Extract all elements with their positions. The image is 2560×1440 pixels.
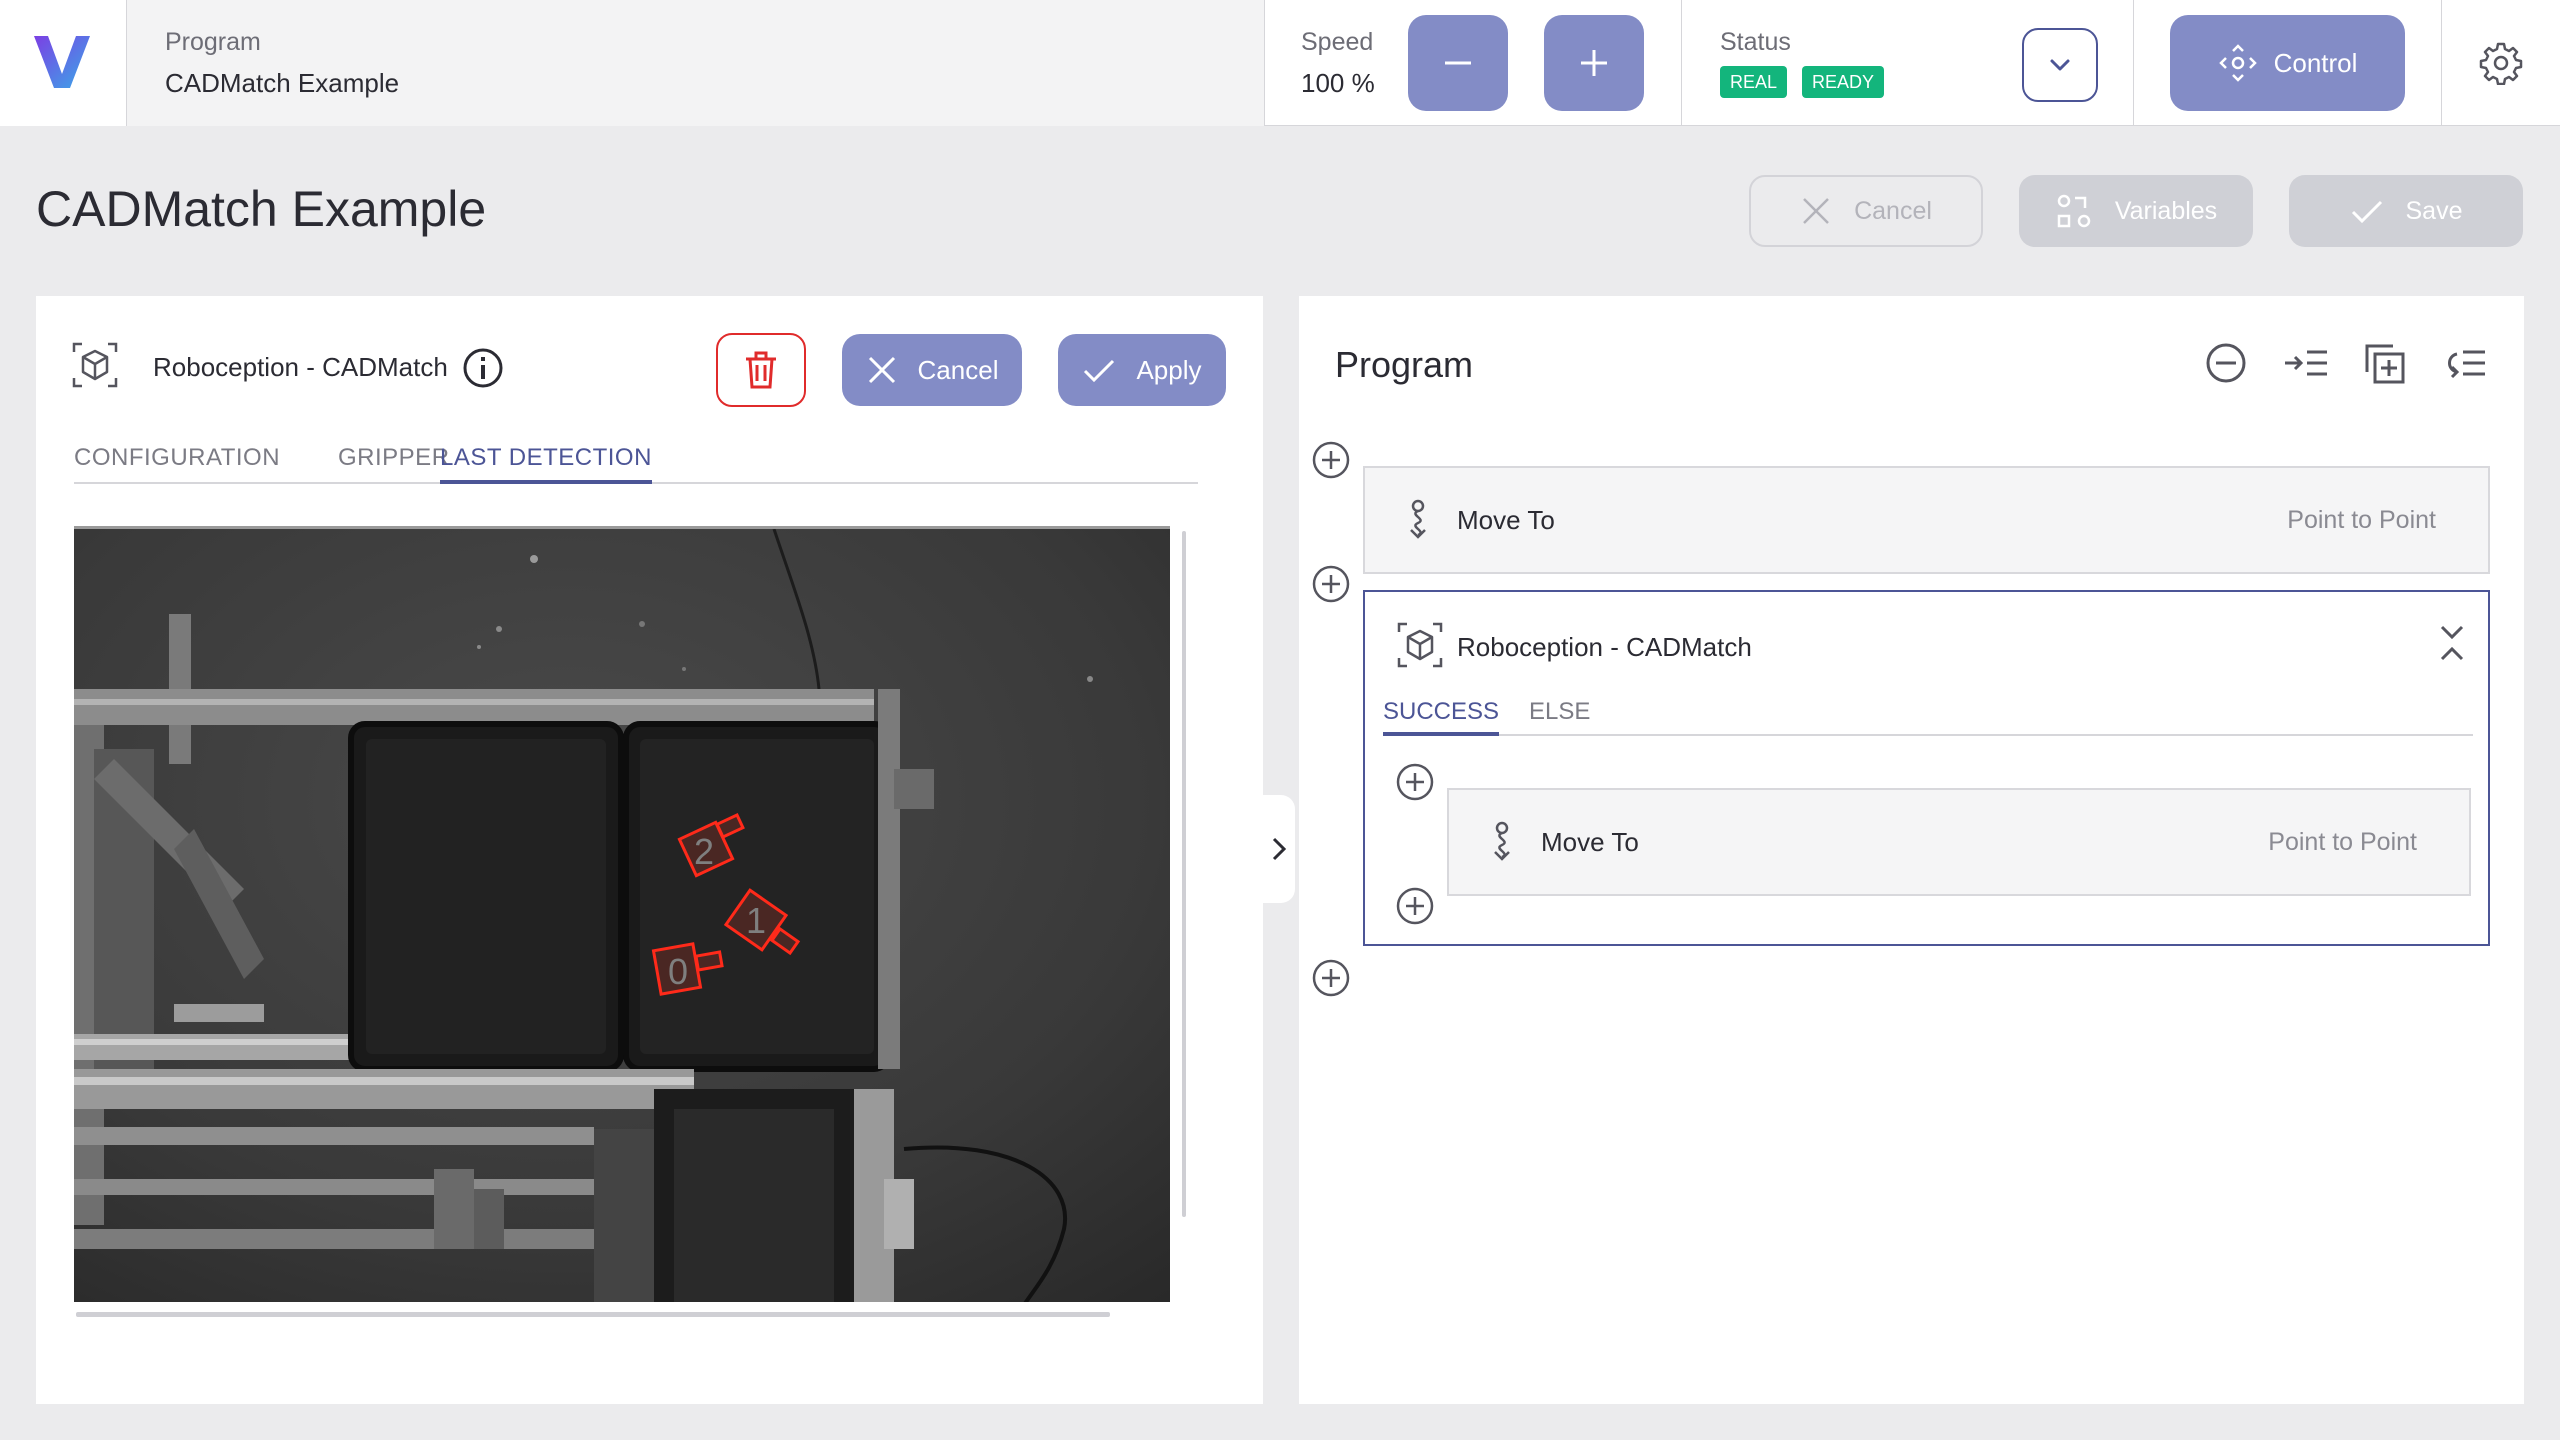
skill-cancel-label: Cancel — [917, 354, 999, 385]
tab-configuration[interactable]: CONFIGURATION — [74, 444, 280, 484]
add-step-icon[interactable] — [1395, 886, 1435, 926]
variables-button[interactable]: Variables — [2019, 175, 2253, 247]
collapse-icon[interactable] — [2435, 622, 2469, 664]
program-label: Program — [165, 28, 261, 56]
move-to-icon — [1494, 821, 1510, 861]
tab-success[interactable]: SUCCESS — [1383, 698, 1500, 736]
speed-label: Speed — [1301, 28, 1374, 56]
variables-label: Variables — [2114, 196, 2218, 225]
tab-else[interactable]: ELSE — [1529, 698, 1590, 736]
plus-icon — [1581, 50, 1607, 76]
page-cancel-button[interactable]: Cancel — [1749, 175, 1983, 247]
speed-value: 100 % — [1301, 68, 1375, 98]
step-type: Point to Point — [2268, 827, 2417, 856]
add-step-icon[interactable] — [1311, 564, 1351, 604]
control-area: Control — [2134, 0, 2442, 126]
close-icon — [1803, 198, 1829, 224]
settings-button[interactable] — [2442, 0, 2560, 126]
collapse-all-icon[interactable] — [2205, 342, 2247, 384]
detection-label: 0 — [668, 951, 688, 992]
indent-icon[interactable] — [2283, 342, 2329, 384]
detection-label: 2 — [694, 831, 714, 872]
step-label: Move To — [1541, 826, 1639, 857]
step-label: Roboception - CADMatch — [1457, 632, 1752, 662]
page-save-label: Save — [2405, 196, 2463, 225]
program-name: CADMatch Example — [165, 68, 400, 98]
status-panel: Status REAL READY — [1682, 0, 2134, 126]
chevron-right-icon — [1272, 837, 1287, 861]
branch-tabs: SUCCESS ELSE — [1383, 698, 2473, 736]
apply-label: Apply — [1136, 354, 1202, 385]
add-step-icon[interactable] — [1311, 958, 1351, 998]
tab-last-detection[interactable]: LAST DETECTION — [440, 444, 652, 484]
skill-title: Roboception - CADMatch — [153, 352, 448, 382]
chevron-down-icon — [2050, 59, 2070, 71]
check-icon — [1084, 359, 1115, 383]
step-type: Point to Point — [2287, 505, 2436, 534]
apply-button[interactable]: Apply — [1058, 334, 1226, 406]
trash-icon — [746, 351, 776, 389]
minus-icon — [1445, 61, 1471, 65]
delete-button[interactable] — [716, 333, 806, 407]
status-badge-ready: READY — [1802, 66, 1885, 98]
detection-label: 1 — [746, 900, 766, 941]
add-step-icon[interactable] — [1311, 440, 1351, 480]
speed-control: Speed 100 % — [1265, 0, 1682, 126]
status-dropdown-button[interactable] — [2022, 28, 2098, 102]
add-step-icon[interactable] — [1395, 762, 1435, 802]
page-title: CADMatch Example — [36, 181, 487, 237]
program-panel: Program Move To Point to Point Robocepti… — [1299, 296, 2524, 1404]
step-move-to[interactable]: Move To Point to Point — [1363, 466, 2490, 574]
check-icon — [2351, 200, 2382, 224]
outdent-icon[interactable] — [2443, 342, 2487, 384]
control-label: Control — [2273, 47, 2358, 78]
horizontal-scrollbar[interactable] — [76, 1312, 1110, 1317]
move-to-icon — [1410, 499, 1426, 539]
step-label: Move To — [1457, 504, 1555, 535]
page-save-button[interactable]: Save — [2289, 175, 2523, 247]
skill-cancel-button[interactable]: Cancel — [842, 334, 1022, 406]
close-icon — [868, 356, 895, 384]
page-cancel-label: Cancel — [1854, 196, 1932, 225]
vertical-scrollbar[interactable] — [1182, 531, 1186, 1217]
program-info: Program CADMatch Example — [127, 0, 1265, 126]
skill-config-panel: Roboception - CADMatch Cancel Apply CONF… — [36, 296, 1263, 1404]
speed-increase-button[interactable] — [1544, 15, 1644, 111]
program-title: Program — [1335, 344, 1474, 385]
panel-collapse-handle[interactable] — [1263, 795, 1295, 903]
nested-step-move-to[interactable]: Move To Point to Point — [1447, 788, 2471, 896]
config-tabs: CONFIGURATION GRIPPER LAST DETECTION — [74, 444, 1198, 484]
tab-gripper[interactable]: GRIPPER — [338, 444, 450, 484]
add-copy-icon[interactable] — [2363, 342, 2407, 386]
status-badge-real: REAL — [1720, 66, 1788, 98]
status-label: Status — [1720, 28, 1791, 56]
speed-decrease-button[interactable] — [1408, 15, 1508, 111]
step-cadmatch[interactable]: Roboception - CADMatch SUCCESS ELSE Move… — [1363, 590, 2490, 946]
move-control-icon — [2218, 44, 2257, 82]
info-icon[interactable] — [462, 347, 504, 389]
last-detection-image: 2 1 0 — [74, 526, 1170, 1302]
variables-icon — [2057, 194, 2091, 228]
cadmatch-cube-icon — [1397, 622, 1443, 668]
control-button[interactable]: Control — [2170, 15, 2405, 111]
logo[interactable] — [0, 0, 127, 126]
logo-icon — [34, 36, 90, 88]
cadmatch-cube-icon — [72, 342, 118, 388]
gear-icon — [2479, 42, 2523, 85]
top-bar: Program CADMatch Example Speed 100 % Sta… — [0, 0, 2560, 126]
